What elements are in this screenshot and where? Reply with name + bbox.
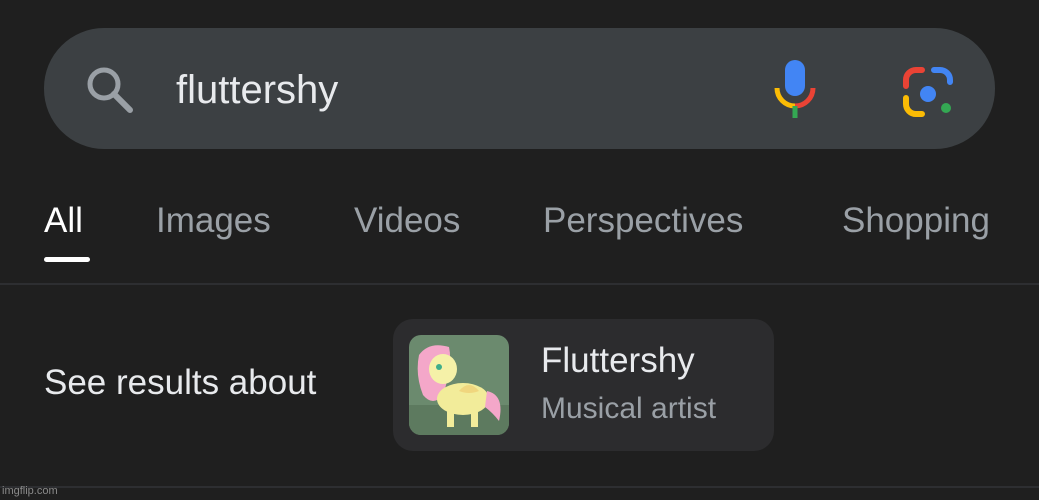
pony-thumbnail (409, 335, 509, 435)
entity-card[interactable]: Fluttershy Musical artist (393, 319, 774, 451)
tabs-divider (0, 283, 1039, 285)
see-results-label: See results about (44, 363, 317, 402)
tab-shopping[interactable]: Shopping (842, 195, 990, 247)
tab-all[interactable]: All (44, 195, 83, 247)
watermark-text: imgflip.com (2, 485, 58, 497)
microphone-icon[interactable] (770, 58, 820, 122)
search-input[interactable]: fluttershy (176, 64, 338, 116)
search-tabs: All Images Videos Perspectives Shopping (0, 195, 1039, 255)
tab-images[interactable]: Images (156, 195, 271, 247)
search-icon[interactable] (82, 62, 138, 118)
entity-subtitle: Musical artist (541, 392, 717, 425)
google-lens-icon[interactable] (900, 64, 956, 120)
tab-videos[interactable]: Videos (354, 195, 460, 247)
bottom-divider (0, 486, 1039, 488)
entity-title: Fluttershy (541, 341, 695, 380)
tab-perspectives[interactable]: Perspectives (543, 195, 743, 247)
active-tab-indicator (44, 257, 90, 262)
